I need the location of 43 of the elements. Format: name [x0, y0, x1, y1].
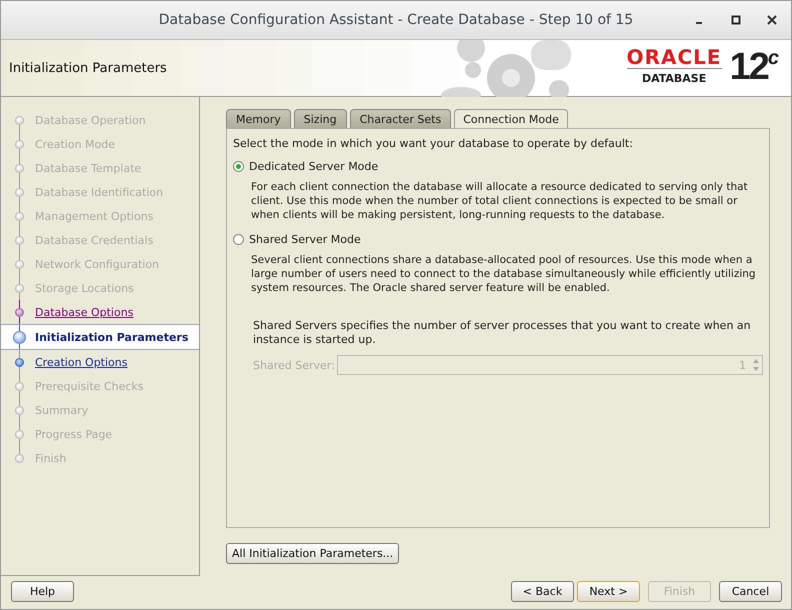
close-icon[interactable] — [767, 15, 777, 25]
product-name: DATABASE — [642, 72, 706, 85]
step-item[interactable]: Initialization Parameters — [1, 324, 199, 350]
step-item[interactable]: Creation Options — [1, 350, 199, 374]
wizard-button[interactable]: < Back — [511, 581, 574, 602]
tab[interactable]: Connection Mode — [454, 109, 568, 128]
all-parameters-button[interactable]: All Initialization Parameters... — [226, 543, 400, 564]
help-button[interactable]: Help — [11, 581, 74, 602]
step-dot-icon — [15, 406, 24, 414]
step-dot-icon — [13, 330, 26, 344]
step-dot-icon — [15, 430, 24, 438]
step-dot-icon — [15, 188, 24, 196]
step-dot-icon — [15, 212, 24, 220]
step-item[interactable]: Database Options — [1, 300, 199, 324]
version-logo: 12$^{c}$ — [730, 46, 777, 88]
step-dot-icon — [15, 140, 24, 148]
instruction-text: Select the mode in which you want your database to operate by default: — [233, 137, 634, 150]
maximize-icon[interactable] — [731, 15, 741, 25]
radio-button[interactable] — [233, 161, 244, 172]
radio-button[interactable] — [233, 234, 244, 245]
radio-option[interactable]: Shared Server Mode — [233, 233, 763, 246]
note-text: Shared Servers specifies the number of server processes that you want to create when an instance is started up. — [253, 319, 752, 347]
tab[interactable]: Memory — [226, 109, 291, 128]
step-dot-icon — [15, 454, 24, 462]
description-text: Several client connections share a database-allocated pool of resources. Use this mode when a large number of users need to connect to the database simultaneously while efficiently utilizing system resources. The Oracle shared server feature will be enabled. — [251, 253, 757, 295]
step-dot-icon — [15, 116, 24, 124]
wizard-button[interactable]: Cancel — [719, 581, 782, 602]
tab[interactable]: Sizing — [294, 109, 347, 128]
wizard-button[interactable]: Next > — [577, 581, 640, 602]
radio-option[interactable]: Dedicated Server Mode — [233, 160, 763, 173]
step-dot-icon — [15, 260, 24, 268]
step-dot-icon — [15, 236, 24, 244]
step-dot-icon — [15, 358, 24, 366]
description-text: For each client connection the database will allocate a resource dedicated to serving only that client. Use this mode when the number of total client connections is expected to be small or when clients will be making persistent, long-running requests to the database. — [251, 180, 749, 222]
step-dot-icon — [15, 284, 24, 292]
page-title: Initialization Parameters — [8, 60, 167, 76]
step-dot-icon — [15, 164, 24, 172]
step-dot-icon — [15, 382, 24, 390]
brand-logo: ORACLE — [626, 46, 722, 69]
tab[interactable]: Character Sets — [350, 109, 452, 128]
window-title: Database Configuration Assistant - Create Database - Step 10 of 15 — [158, 12, 634, 28]
field-label: Shared Server: — [253, 358, 335, 372]
step-dot-icon — [15, 308, 24, 316]
